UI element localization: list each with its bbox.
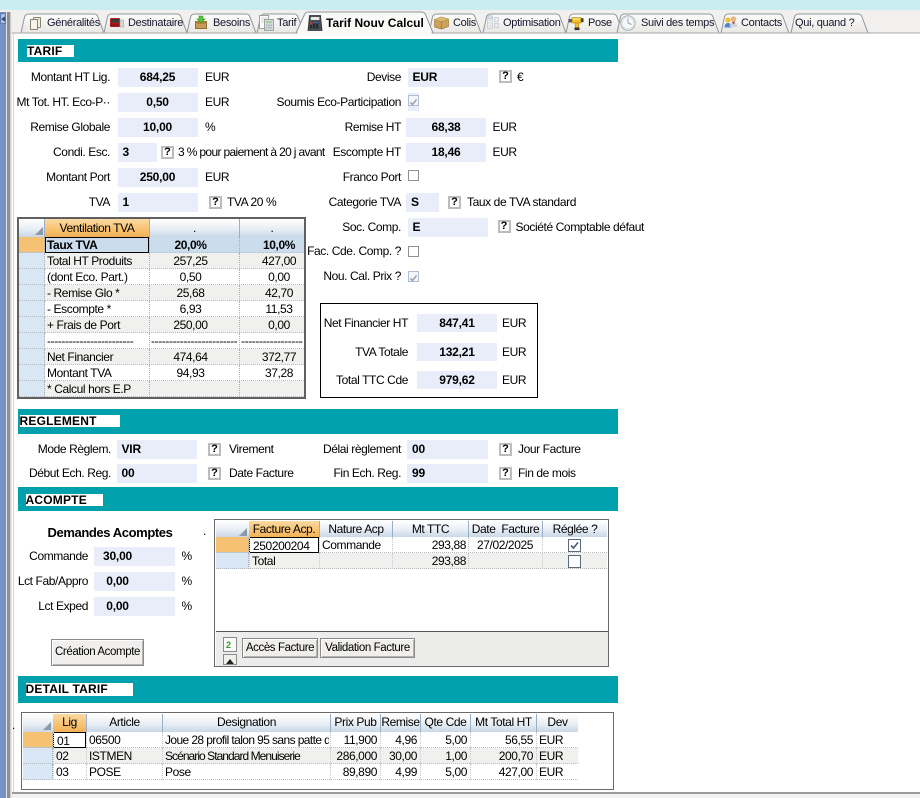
svg-text:2: 2: [226, 640, 231, 650]
